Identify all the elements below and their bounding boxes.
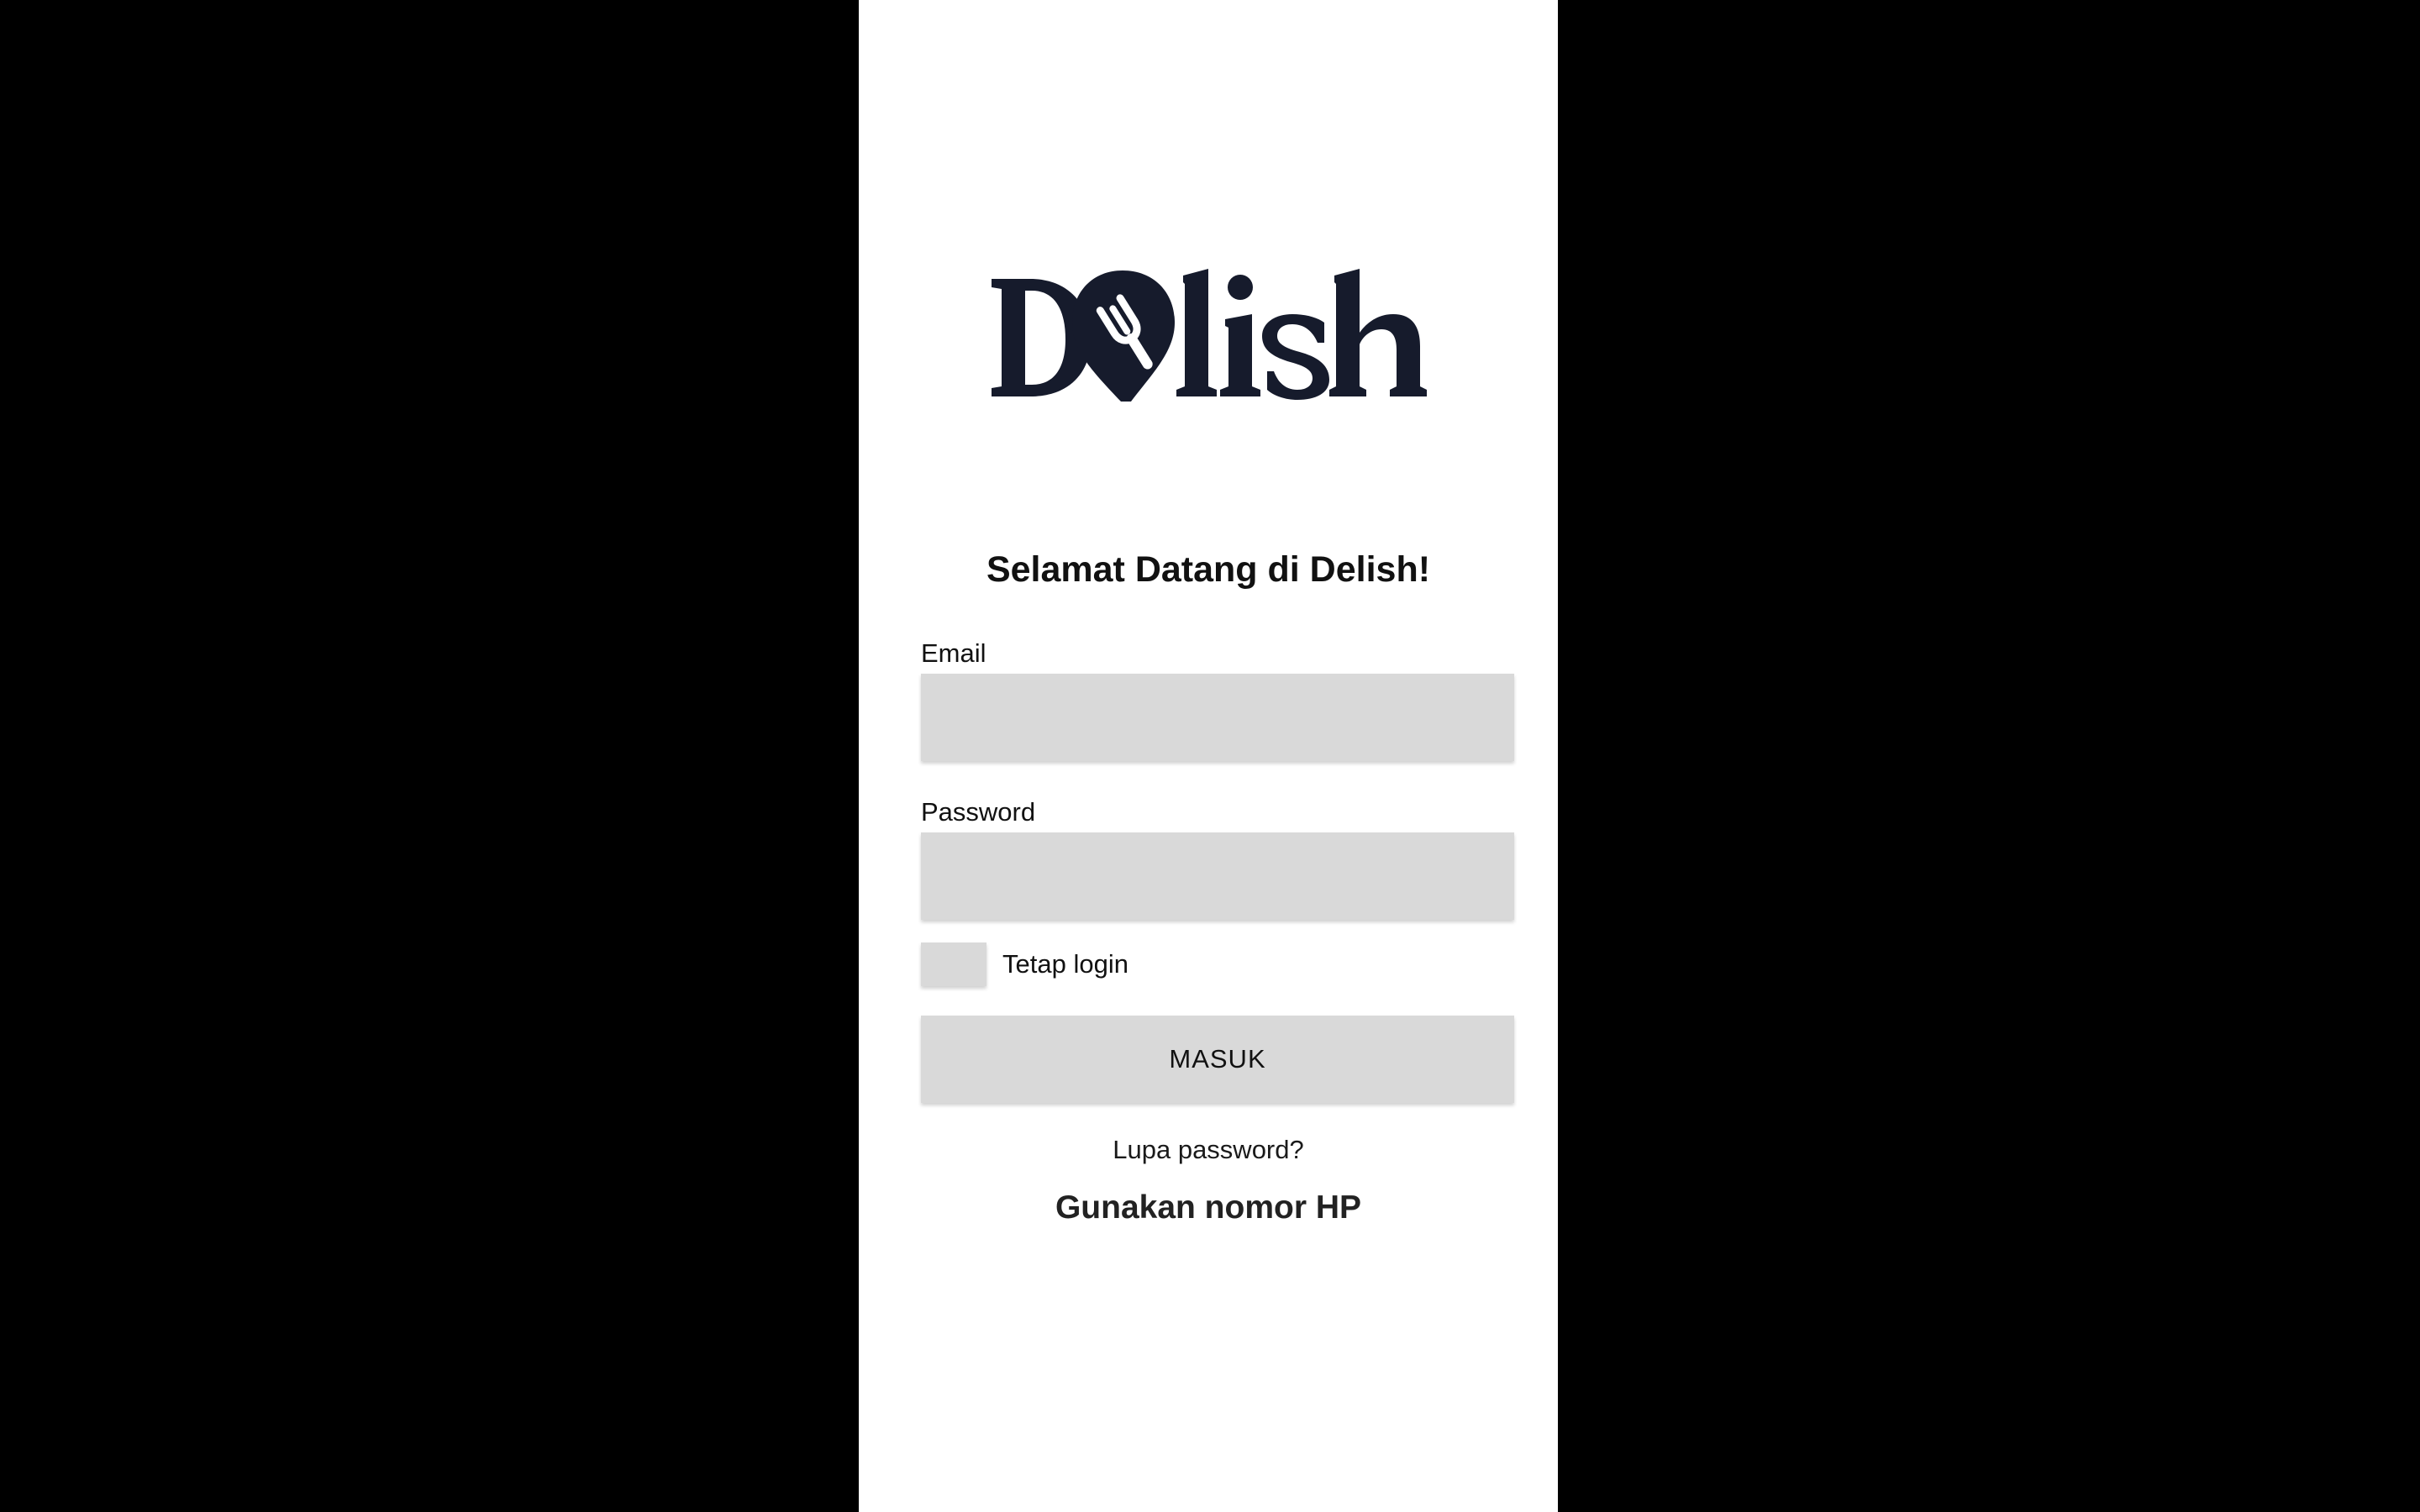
password-label: Password [921, 797, 1036, 827]
remember-me-checkbox[interactable] [921, 942, 986, 986]
email-label: Email [921, 638, 986, 668]
email-field[interactable] [921, 674, 1514, 761]
delish-logo-graphic [992, 269, 1427, 402]
delish-logo [988, 267, 1427, 402]
welcome-title: Selamat Datang di Delish! [986, 549, 1431, 590]
login-button[interactable]: MASUK [921, 1016, 1514, 1103]
location-pin-icon [1072, 270, 1175, 402]
use-phone-number-link[interactable]: Gunakan nomor HP [859, 1186, 1558, 1230]
login-screen: Selamat Datang di Delish! Email Password… [859, 0, 1558, 1512]
password-field[interactable] [921, 832, 1514, 920]
remember-me-label[interactable]: Tetap login [1002, 948, 1128, 981]
forgot-password-link[interactable]: Lupa password? [859, 1133, 1558, 1167]
